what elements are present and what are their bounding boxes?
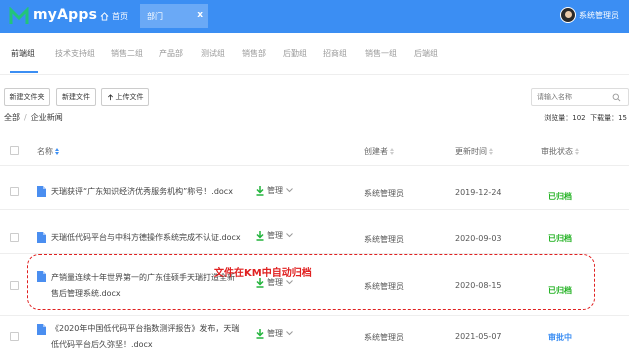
upload-icon bbox=[107, 93, 113, 100]
sort-icon[interactable] bbox=[390, 148, 395, 155]
user-name: 系统管理员 bbox=[579, 10, 619, 20]
tab-sales-2[interactable]: 销售二组 bbox=[111, 48, 143, 59]
table-header: 名称 创建者 更新时间 审批状态 bbox=[0, 136, 629, 166]
sort-icon[interactable] bbox=[489, 148, 494, 155]
upload-label: 上传文件 bbox=[115, 93, 144, 101]
tab-frontend[interactable]: 前端组 bbox=[11, 48, 35, 59]
chevron-down-icon bbox=[286, 188, 293, 193]
updated-date: 2020-09-03 bbox=[455, 234, 502, 243]
views-label: 浏览量： bbox=[544, 114, 573, 122]
file-name[interactable]: 天瑞低代码平台与中科方德操作系统完成不认证.docx bbox=[51, 231, 241, 244]
search-input[interactable] bbox=[537, 93, 607, 101]
column-creator[interactable]: 创建者 bbox=[364, 146, 395, 157]
downloads-count: 15 bbox=[618, 114, 627, 122]
views-count: 102 bbox=[572, 114, 586, 122]
manage-dropdown[interactable]: 管理 bbox=[256, 230, 293, 241]
column-name[interactable]: 名称 bbox=[37, 146, 60, 157]
row-checkbox[interactable] bbox=[10, 233, 19, 242]
breadcrumb: 全部 / 企业新闻 bbox=[4, 112, 63, 123]
tab-department[interactable]: 部门 x bbox=[140, 4, 208, 28]
downloads-label: 下载量： bbox=[590, 114, 619, 122]
tab-home[interactable]: 首页 bbox=[100, 8, 128, 24]
status-badge: 已归档 bbox=[548, 234, 572, 243]
manage-label: 管理 bbox=[267, 231, 283, 240]
table-row[interactable]: 天瑞获评“广东知识经济优秀服务机构”称号！.docx 管理 系统管理员 2019… bbox=[0, 166, 629, 210]
column-status[interactable]: 审批状态 bbox=[541, 146, 580, 157]
tab-department-label: 部门 bbox=[147, 11, 163, 21]
top-bar: myApps 首页 部门 x 系统管理员 bbox=[0, 0, 629, 33]
creator: 系统管理员 bbox=[364, 333, 404, 342]
column-status-label: 审批状态 bbox=[541, 147, 573, 156]
group-tabs: 前端组 技术支持组 销售二组 产品部 测试组 销售部 后勤组 招商组 销售一组 … bbox=[0, 33, 629, 75]
updated-date: 2019-12-24 bbox=[455, 188, 502, 197]
file-name-line-2[interactable]: 低代码平台后久弥坚！.docx bbox=[51, 338, 153, 351]
tab-logistics[interactable]: 后勤组 bbox=[283, 48, 307, 59]
table-row[interactable]: 天瑞低代码平台与中科方德操作系统完成不认证.docx 管理 系统管理员 2020… bbox=[0, 210, 629, 254]
active-tab-indicator bbox=[10, 71, 38, 73]
new-file-button[interactable]: 新建文件 bbox=[56, 88, 96, 106]
tab-support[interactable]: 技术支持组 bbox=[55, 48, 95, 59]
download-icon[interactable] bbox=[256, 230, 264, 241]
file-name-line-1[interactable]: 《2020年中国低代码平台指数测评报告》发布，天瑞 bbox=[51, 322, 239, 335]
download-icon[interactable] bbox=[256, 328, 264, 339]
tab-test[interactable]: 测试组 bbox=[201, 48, 225, 59]
status-badge: 已归档 bbox=[548, 192, 572, 201]
sort-icon[interactable] bbox=[55, 148, 60, 155]
avatar bbox=[560, 7, 576, 23]
tab-investment[interactable]: 招商组 bbox=[323, 48, 347, 59]
chevron-down-icon bbox=[286, 331, 293, 336]
word-doc-icon bbox=[37, 232, 46, 243]
app-name: myApps bbox=[33, 7, 98, 23]
creator: 系统管理员 bbox=[364, 189, 404, 198]
breadcrumb-all[interactable]: 全部 bbox=[4, 113, 20, 122]
highlight-box bbox=[27, 254, 595, 310]
manage-label: 管理 bbox=[267, 186, 283, 195]
close-icon[interactable]: x bbox=[197, 10, 203, 20]
column-name-label: 名称 bbox=[37, 147, 53, 156]
file-name[interactable]: 天瑞获评“广东知识经济优秀服务机构”称号！.docx bbox=[51, 185, 233, 198]
sort-icon[interactable] bbox=[575, 148, 580, 155]
annotation-label: 文件在KM中自动归档 bbox=[214, 268, 312, 279]
search-icon[interactable] bbox=[612, 93, 621, 102]
tab-sales-1[interactable]: 销售一组 bbox=[365, 48, 397, 59]
row-checkbox[interactable] bbox=[10, 332, 19, 341]
stats: 浏览量：102 下载量：15 bbox=[544, 113, 627, 123]
column-updated[interactable]: 更新时间 bbox=[455, 146, 494, 157]
manage-dropdown[interactable]: 管理 bbox=[256, 328, 293, 339]
breadcrumb-separator: / bbox=[24, 113, 27, 122]
download-icon[interactable] bbox=[256, 185, 264, 196]
word-doc-icon bbox=[37, 186, 46, 197]
row-checkbox[interactable] bbox=[10, 187, 19, 196]
status-badge: 审批中 bbox=[548, 333, 572, 342]
creator: 系统管理员 bbox=[364, 235, 404, 244]
tab-home-label: 首页 bbox=[112, 11, 128, 21]
row-checkbox[interactable] bbox=[10, 281, 19, 290]
updated-date: 2021-05-07 bbox=[455, 332, 502, 341]
new-folder-button[interactable]: 新建文件夹 bbox=[4, 88, 50, 106]
search-box[interactable] bbox=[531, 88, 629, 106]
home-icon bbox=[100, 11, 109, 21]
app-logo-icon bbox=[9, 7, 29, 24]
column-creator-label: 创建者 bbox=[364, 147, 388, 156]
column-updated-label: 更新时间 bbox=[455, 147, 487, 156]
user-menu[interactable]: 系统管理员 bbox=[560, 7, 619, 23]
breadcrumb-current: 企业新闻 bbox=[30, 113, 63, 122]
tab-product[interactable]: 产品部 bbox=[159, 48, 183, 59]
chevron-down-icon bbox=[286, 233, 293, 238]
manage-label: 管理 bbox=[267, 329, 283, 338]
tab-sales[interactable]: 销售部 bbox=[242, 48, 266, 59]
manage-dropdown[interactable]: 管理 bbox=[256, 185, 293, 196]
tab-backend[interactable]: 后端组 bbox=[414, 48, 438, 59]
select-all-checkbox[interactable] bbox=[10, 146, 19, 155]
word-doc-icon bbox=[37, 324, 46, 335]
upload-button[interactable]: 上传文件 bbox=[101, 88, 149, 106]
